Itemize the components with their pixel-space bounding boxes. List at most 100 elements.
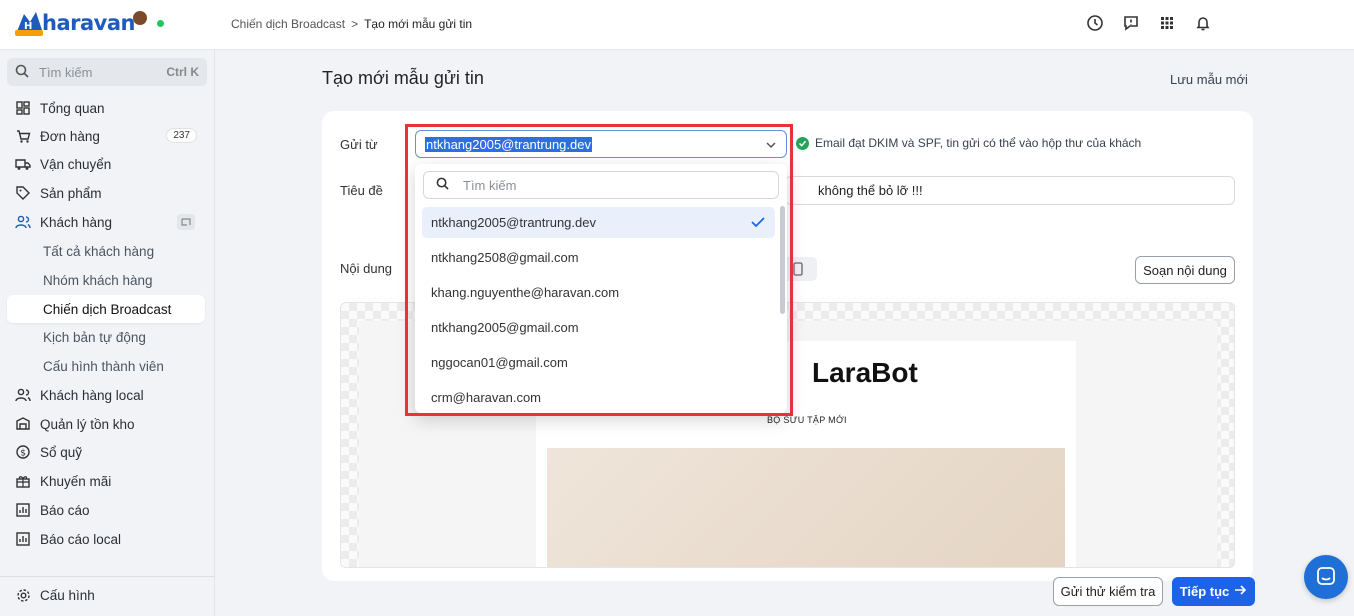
logo-character-icon bbox=[132, 11, 147, 25]
sidebar-item-khach-hang[interactable]: Khách hàng bbox=[7, 208, 205, 236]
sidebar-item-kich-ban-tu-dong[interactable]: Kịch bản tự động bbox=[7, 323, 205, 351]
from-dropdown: Tìm kiếm ntkhang2005@trantrung.dev ntkha… bbox=[415, 164, 787, 413]
arrow-right-icon bbox=[1234, 584, 1247, 599]
sidebar-item-label: Khuyến mãi bbox=[40, 473, 112, 489]
orders-count-badge: 237 bbox=[166, 128, 197, 143]
sidebar-item-label: Sổ quỹ bbox=[40, 444, 83, 460]
dkim-status: Email đạt DKIM và SPF, tin gửi có thể và… bbox=[796, 136, 1141, 150]
breadcrumb-current: Tạo mới mẫu gửi tin bbox=[364, 17, 473, 31]
continue-button[interactable]: Tiếp tục bbox=[1172, 577, 1255, 606]
dashboard-icon bbox=[15, 100, 31, 116]
svg-text:$: $ bbox=[20, 449, 26, 459]
breadcrumb-separator: > bbox=[351, 17, 359, 31]
sidebar: Tìm kiếm Ctrl K Tổng quan Đơn hàng 237 V… bbox=[0, 50, 215, 616]
page-title: Tạo mới mẫu gửi tin bbox=[322, 68, 484, 88]
sidebar-search-placeholder: Tìm kiếm bbox=[39, 64, 93, 80]
haravan-logo[interactable]: H haravan bbox=[12, 8, 164, 38]
sidebar-item-cau-hinh-thanh-vien[interactable]: Cấu hình thành viên bbox=[7, 352, 205, 380]
dropdown-option-label: ntkhang2005@gmail.com bbox=[431, 320, 579, 335]
dropdown-option-label: ntkhang2005@trantrung.dev bbox=[431, 215, 596, 230]
tag-icon bbox=[15, 185, 31, 201]
search-icon bbox=[436, 177, 449, 193]
sidebar-item-label: Cấu hình thành viên bbox=[43, 358, 164, 374]
compose-content-button[interactable]: Soạn nội dung bbox=[1135, 256, 1235, 284]
top-bar: H haravan Chiến dịch Broadcast > Tạo mới… bbox=[0, 0, 1354, 50]
users-icon bbox=[15, 214, 31, 230]
sidebar-item-label: Kịch bản tự động bbox=[43, 329, 146, 345]
email-brand: LaraBot bbox=[812, 357, 918, 388]
top-actions bbox=[1086, 14, 1212, 32]
dropdown-option-label: nggocan01@gmail.com bbox=[431, 355, 568, 370]
content-label: Nội dung bbox=[340, 261, 393, 276]
sidebar-item-bao-cao[interactable]: Báo cáo bbox=[7, 496, 205, 524]
mobile-icon bbox=[793, 262, 803, 279]
truck-icon bbox=[15, 156, 31, 172]
sidebar-item-tong-quan[interactable]: Tổng quan bbox=[7, 94, 205, 122]
svg-text:H: H bbox=[24, 21, 32, 32]
feedback-icon[interactable] bbox=[1122, 14, 1140, 32]
sidebar-item-so-quy[interactable]: $ Sổ quỹ bbox=[7, 438, 205, 466]
logo-mark-icon: H bbox=[12, 8, 46, 38]
sidebar-item-cau-hinh[interactable]: Cấu hình bbox=[7, 581, 205, 609]
chat-icon bbox=[1316, 566, 1336, 589]
sidebar-item-khach-hang-local[interactable]: Khách hàng local bbox=[7, 381, 205, 409]
dropdown-option[interactable]: crm@haravan.com bbox=[422, 382, 775, 413]
dropdown-option[interactable]: khang.nguyenthe@haravan.com bbox=[422, 277, 775, 308]
dkim-status-text: Email đạt DKIM và SPF, tin gửi có thể và… bbox=[815, 136, 1142, 150]
sidebar-item-label: Nhóm khách hàng bbox=[43, 272, 153, 288]
checkmark-icon bbox=[751, 216, 765, 231]
dropdown-option[interactable]: ntkhang2508@gmail.com bbox=[422, 242, 775, 273]
subject-input-value: không thể bỏ lỡ !!! bbox=[818, 183, 923, 198]
chevron-down-icon bbox=[765, 139, 777, 154]
dropdown-option-label: crm@haravan.com bbox=[431, 390, 542, 405]
sidebar-item-don-hang[interactable]: Đơn hàng 237 bbox=[7, 122, 205, 150]
sidebar-item-bao-cao-local[interactable]: Báo cáo local bbox=[7, 525, 205, 553]
sidebar-item-label: Đơn hàng bbox=[40, 128, 100, 144]
dropdown-search-placeholder: Tìm kiếm bbox=[463, 177, 517, 193]
sidebar-item-label: Vận chuyển bbox=[40, 156, 112, 172]
online-status-dot bbox=[156, 19, 164, 27]
from-select-value: ntkhang2005@trantrung.dev bbox=[425, 136, 592, 152]
apps-grid-icon[interactable] bbox=[1158, 14, 1176, 32]
sidebar-item-nhom-khach-hang[interactable]: Nhóm khách hàng bbox=[7, 266, 205, 294]
subject-input[interactable]: không thể bỏ lỡ !!! bbox=[785, 176, 1235, 205]
send-test-button[interactable]: Gửi thử kiểm tra bbox=[1053, 577, 1163, 606]
sidebar-item-van-chuyen[interactable]: Vận chuyển bbox=[7, 150, 205, 178]
dropdown-option[interactable]: ntkhang2005@trantrung.dev bbox=[422, 207, 775, 238]
sidebar-item-label: Tất cả khách hàng bbox=[43, 243, 155, 259]
logo-text: haravan bbox=[42, 11, 135, 35]
dropdown-option-label: khang.nguyenthe@haravan.com bbox=[431, 285, 620, 300]
users-icon bbox=[15, 387, 31, 403]
bell-icon[interactable] bbox=[1194, 14, 1212, 32]
dropdown-scrollbar[interactable] bbox=[780, 206, 785, 314]
breadcrumb: Chiến dịch Broadcast > Tạo mới mẫu gửi t… bbox=[231, 17, 472, 31]
save-template-button[interactable]: Lưu mẫu mới bbox=[1170, 72, 1248, 87]
gear-icon bbox=[15, 587, 31, 603]
sidebar-item-label: Khách hàng bbox=[40, 214, 113, 230]
dropdown-option[interactable]: ntkhang2005@gmail.com bbox=[422, 312, 775, 343]
from-label: Gửi từ bbox=[340, 137, 378, 152]
from-select[interactable]: ntkhang2005@trantrung.dev bbox=[415, 130, 787, 158]
sidebar-item-khuyen-mai[interactable]: Khuyến mãi bbox=[7, 467, 205, 495]
dropdown-option[interactable]: nggocan01@gmail.com bbox=[422, 347, 775, 378]
sidebar-item-tat-ca-khach-hang[interactable]: Tất cả khách hàng bbox=[7, 237, 205, 265]
search-icon bbox=[15, 64, 29, 81]
chat-support-button[interactable] bbox=[1304, 555, 1348, 599]
sidebar-item-label: Quản lý tồn kho bbox=[40, 416, 135, 432]
dropdown-option-label: ntkhang2508@gmail.com bbox=[431, 250, 579, 265]
dropdown-search-input[interactable]: Tìm kiếm bbox=[423, 171, 779, 199]
sidebar-item-label: Báo cáo local bbox=[40, 531, 122, 547]
check-circle-icon bbox=[796, 136, 809, 150]
sidebar-item-quan-ly-ton-kho[interactable]: Quản lý tồn kho bbox=[7, 410, 205, 438]
email-subtitle: BỘ SƯU TẬP MỚI bbox=[767, 415, 847, 425]
sidebar-item-chien-dich-broadcast[interactable]: Chiến dịch Broadcast bbox=[7, 295, 205, 323]
breadcrumb-parent[interactable]: Chiến dịch Broadcast bbox=[231, 17, 345, 31]
continue-button-label: Tiếp tục bbox=[1179, 584, 1230, 599]
history-icon[interactable] bbox=[1086, 14, 1104, 32]
sidebar-item-san-pham[interactable]: Sản phẩm bbox=[7, 179, 205, 207]
open-external-icon[interactable] bbox=[177, 214, 195, 230]
cart-icon bbox=[15, 128, 31, 144]
sidebar-search[interactable]: Tìm kiếm Ctrl K bbox=[7, 58, 207, 86]
subject-label: Tiêu đề bbox=[340, 183, 383, 198]
sidebar-item-label: Cấu hình bbox=[40, 587, 95, 603]
